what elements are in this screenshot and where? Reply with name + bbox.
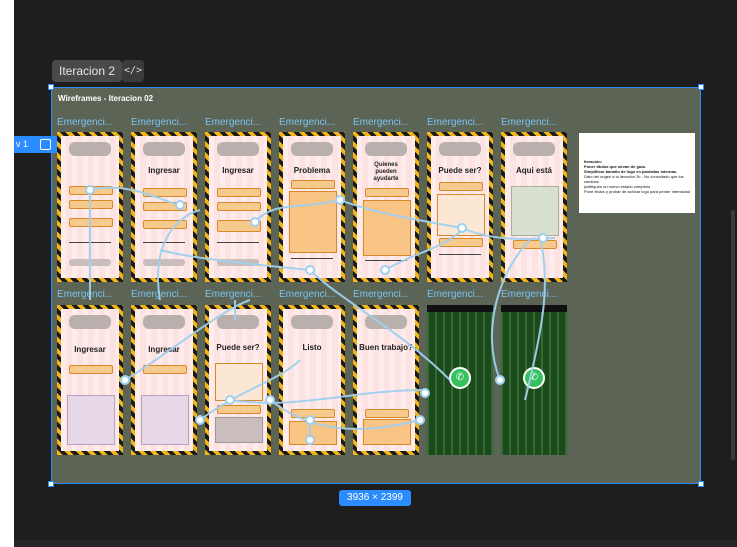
connector (229, 389, 426, 404)
connector-node (538, 233, 548, 243)
connector (254, 199, 341, 223)
connector-node (305, 435, 315, 445)
connector-node (175, 200, 185, 210)
connector-node (225, 395, 235, 405)
connector (159, 249, 311, 271)
connector-node (415, 415, 425, 425)
connector (309, 269, 451, 381)
connector (89, 186, 181, 206)
connector-node (305, 265, 315, 275)
prototype-connections (85, 185, 556, 445)
connector-node (305, 415, 315, 425)
connector-node (250, 217, 260, 227)
connector (491, 239, 531, 381)
connector-node (380, 265, 390, 275)
connector (339, 199, 463, 229)
connector (124, 299, 251, 381)
connector-node (335, 195, 345, 205)
connector (384, 229, 463, 271)
connector (524, 237, 546, 401)
connector (269, 399, 421, 430)
connector-node (120, 375, 130, 385)
connector-node (457, 223, 467, 233)
connector-node (420, 388, 430, 398)
connector-node (195, 415, 205, 425)
connector-node (265, 395, 275, 405)
connector-node (85, 185, 95, 195)
connector-node (495, 375, 505, 385)
